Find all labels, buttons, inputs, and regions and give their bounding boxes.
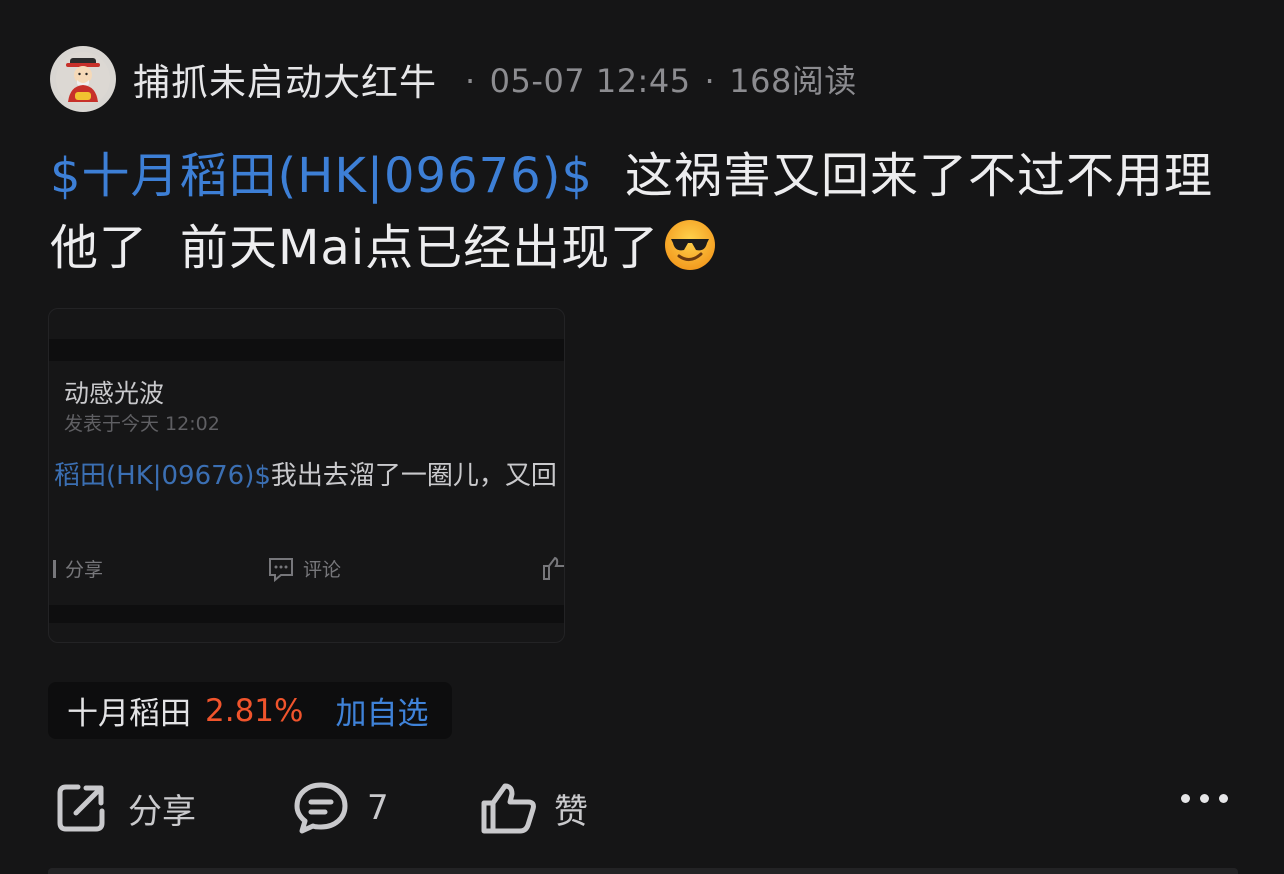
read-count: 168阅读 [729,62,857,100]
embed-actions: 分享 评论 [49,555,564,585]
sunglasses-emoji-icon [663,218,717,292]
comment-count: 7 [367,788,389,828]
embed-divider [49,339,564,361]
like-label: 赞 [554,791,588,832]
separator-dot: · [704,62,716,100]
share-label: 分享 [128,791,196,832]
embed-share: 分享 [49,555,103,582]
post-body: $十月稻田(HK|09676)$ 这祸害又回来了不过不用理 他了 前天Mai点已经出… [50,140,1250,292]
stock-tag-link[interactable]: $十月稻田(HK|09676)$ [50,148,593,204]
separator-dot: · [465,62,476,100]
post-line-2: 他了 前天Mai点已经出现了 [50,212,1250,292]
embedded-post-image[interactable]: 动感光波 发表于今天 12:02 稻田(HK|09676)$我出去溜了一圈儿，又… [48,308,565,643]
embed-top-cutoff [49,309,564,317]
comment-button[interactable]: 7 [293,776,389,840]
author-name[interactable]: 捕抓未启动大红牛 [133,52,437,106]
more-options-icon[interactable] [1181,794,1228,803]
stock-chip[interactable]: 十月稻田 2.81% 加自选 [48,682,452,739]
embed-author: 动感光波 [64,379,165,408]
embed-text: 我出去溜了一圈儿，又回 [270,461,557,491]
post-text-line2a: 他了 [50,220,149,276]
embed-stock-link: 稻田(HK|09676)$ [54,461,271,491]
post-text-line2b: 前天Mai点已经出现了 [180,220,660,276]
embed-divider [49,605,564,623]
avatar[interactable] [50,46,116,112]
post-header: 捕抓未启动大红牛 · 05-07 12:45 · 168阅读 [50,46,857,112]
stock-name[interactable]: 十月稻田 [67,688,191,733]
embed-time: 发表于今天 12:02 [64,413,220,435]
post-date: 05-07 12:45 [489,62,691,100]
share-icon [53,559,56,578]
post-meta: · 05-07 12:45 · 168阅读 [451,56,857,102]
post-text-line1: 这祸害又回来了不过不用理 [624,148,1213,204]
post-line-1: $十月稻田(HK|09676)$ 这祸害又回来了不过不用理 [50,140,1250,212]
share-button[interactable]: 分享 [54,776,196,840]
add-watchlist-button[interactable]: 加自选 [335,688,428,733]
thumbs-up-icon [543,556,564,580]
fortune-god-avatar-icon [56,52,110,106]
comment-icon [269,557,293,582]
post-actions: 分享 7 赞 [0,776,1284,840]
like-button[interactable]: 赞 [480,776,588,840]
share-icon [57,784,105,832]
stock-change: 2.81% [205,692,304,729]
thumbs-up-icon [481,783,536,834]
embed-body: 稻田(HK|09676)$我出去溜了一圈儿，又回 [54,455,557,492]
comment-icon [294,782,348,834]
embed-comment: 评论 [267,555,341,582]
next-card-edge [48,868,1238,874]
embed-like [541,555,564,581]
